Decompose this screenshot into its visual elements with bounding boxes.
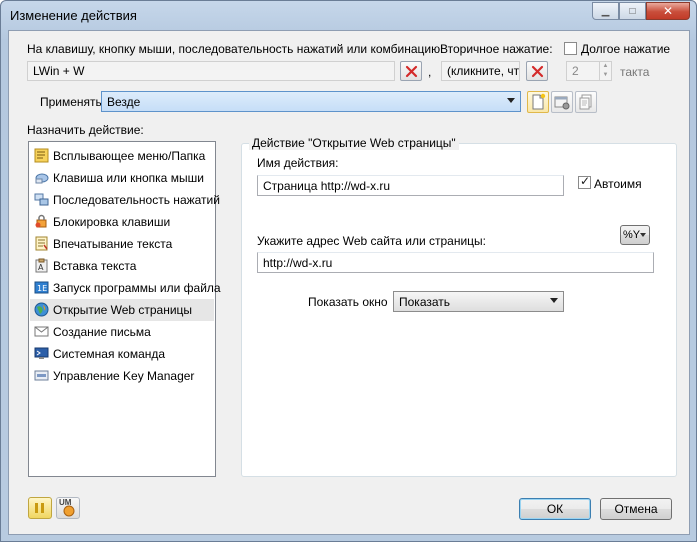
action-type-list[interactable]: Всплывающее меню/Папка Клавиша или кнопк… [28,141,221,477]
window-title: Изменение действия [10,8,137,23]
new-document-icon [532,93,546,110]
list-item[interactable]: Открытие Web страницы [30,299,214,321]
list-item[interactable]: A Вставка текста [30,255,214,277]
autoname-label: Автоимя [594,177,642,191]
web-page-icon [34,302,49,317]
close-button[interactable]: ✕ [646,2,690,20]
minimize-button[interactable]: ▁ [592,2,619,20]
title-bar[interactable]: Изменение действия ▁ □ ✕ [1,1,696,29]
minimize-icon: ▁ [601,5,610,17]
maximize-button[interactable]: □ [619,2,646,20]
hotkey-separator: , [428,65,432,79]
assign-action-label: Назначить действие: [27,123,144,137]
action-name-input[interactable]: Страница http://wd-x.ru [257,175,564,196]
autoname-checkbox[interactable] [578,174,591,189]
run-program-icon: 1E [34,281,49,294]
window-settings-icon [554,96,570,110]
long-press-checkbox[interactable] [564,42,577,55]
list-item[interactable]: Управление Key Manager [30,365,214,387]
clear-icon [405,65,418,78]
list-item-label: Вставка текста [53,259,137,273]
list-item-label: Системная команда [53,347,166,361]
list-item-label: Клавиша или кнопка мыши [53,171,204,185]
list-item-label: Запуск программы или файла [53,281,221,295]
secondary-press-label: Вторичное нажатие: [440,42,553,56]
hotkey-field[interactable]: LWin + W [27,61,395,81]
list-item-label: Управление Key Manager [53,369,195,383]
ticks-label: такта [620,65,650,79]
show-window-label: Показать окно [308,295,388,309]
new-scope-button[interactable] [527,91,549,113]
caption-buttons: ▁ □ ✕ [592,2,690,20]
apply-scope-select[interactable]: Везде [101,91,521,112]
list-item[interactable]: Всплывающее меню/Папка [30,145,214,167]
dialog-window: Изменение действия ▁ □ ✕ На клавишу, кно… [0,0,697,542]
list-item[interactable]: Впечатывание текста [30,233,214,255]
list-item-label: Всплывающее меню/Папка [53,149,206,163]
list-item-label: Создание письма [53,325,151,339]
pause-icon [35,503,44,513]
list-item-label: Последовательность нажатий [53,193,220,207]
list-item-label: Впечатывание текста [53,237,173,251]
clear-hotkey-button[interactable] [400,61,422,81]
ok-button[interactable]: ОК [519,498,591,520]
lock-key-icon [35,214,47,228]
chevron-down-icon [550,298,558,303]
spinner-arrows[interactable]: ▲ ▼ [599,62,611,80]
chevron-down-icon [640,233,646,237]
list-item[interactable]: 1E Запуск программы или файла [30,277,221,299]
list-item-label: Открытие Web страницы [53,303,193,317]
spin-up-icon: ▲ [602,63,609,69]
sequence-icon [34,193,49,206]
close-icon: ✕ [662,4,674,18]
key-mouse-icon [35,173,49,184]
show-window-select[interactable]: Показать [393,291,564,312]
cancel-button[interactable]: Отмена [600,498,672,520]
list-item[interactable]: Создание письма [30,321,214,343]
pause-button[interactable] [28,497,52,519]
copy-document-icon [579,94,592,110]
edit-scope-button[interactable] [551,91,573,113]
create-mail-icon [34,326,49,337]
list-item[interactable]: Системная команда [30,343,214,365]
dialog-client: На клавишу, кнопку мыши, последовательно… [8,30,690,535]
hotkey-label: На клавишу, кнопку мыши, последовательно… [27,42,444,56]
secondary-press-field[interactable]: (кликните, что [441,61,520,81]
type-text-icon [35,236,48,251]
svg-text:A: A [38,263,44,272]
action-name-label: Имя действия: [257,156,339,170]
chevron-down-icon [507,98,515,103]
url-input[interactable]: http://wd-x.ru [257,252,654,273]
show-window-value: Показать [399,295,451,309]
macro-insert-button[interactable]: %Y [620,225,650,245]
apply-label: Применять [40,95,102,109]
copy-scope-button[interactable] [575,91,597,113]
system-command-icon [34,347,49,359]
ticks-value: 2 [572,64,579,78]
popup-menu-icon [34,148,49,163]
list-item[interactable]: Блокировка клавиши [30,211,214,233]
um-icon [63,505,75,517]
list-item[interactable]: Последовательность нажатий [30,189,220,211]
clear-secondary-button[interactable] [526,61,548,81]
long-press-label: Долгое нажатие [581,42,671,56]
list-item[interactable]: Клавиша или кнопка мыши [30,167,214,189]
apply-scope-value: Везде [107,95,141,109]
maximize-icon: □ [629,5,636,17]
spin-down-icon: ▼ [602,72,609,78]
action-group-title: Действие "Открытие Web страницы" [249,136,459,150]
svg-text:1E: 1E [37,284,47,293]
list-item-label: Блокировка клавиши [53,215,171,229]
clear-icon [531,65,544,78]
macro-button-label: %Y [623,229,641,241]
url-label: Укажите адрес Web сайта или страницы: [257,234,487,248]
ticks-spinner[interactable]: 2 ▲ ▼ [566,61,612,81]
paste-text-icon: A [35,258,48,273]
key-manager-icon [34,370,49,381]
um-button[interactable]: UM [56,497,80,519]
